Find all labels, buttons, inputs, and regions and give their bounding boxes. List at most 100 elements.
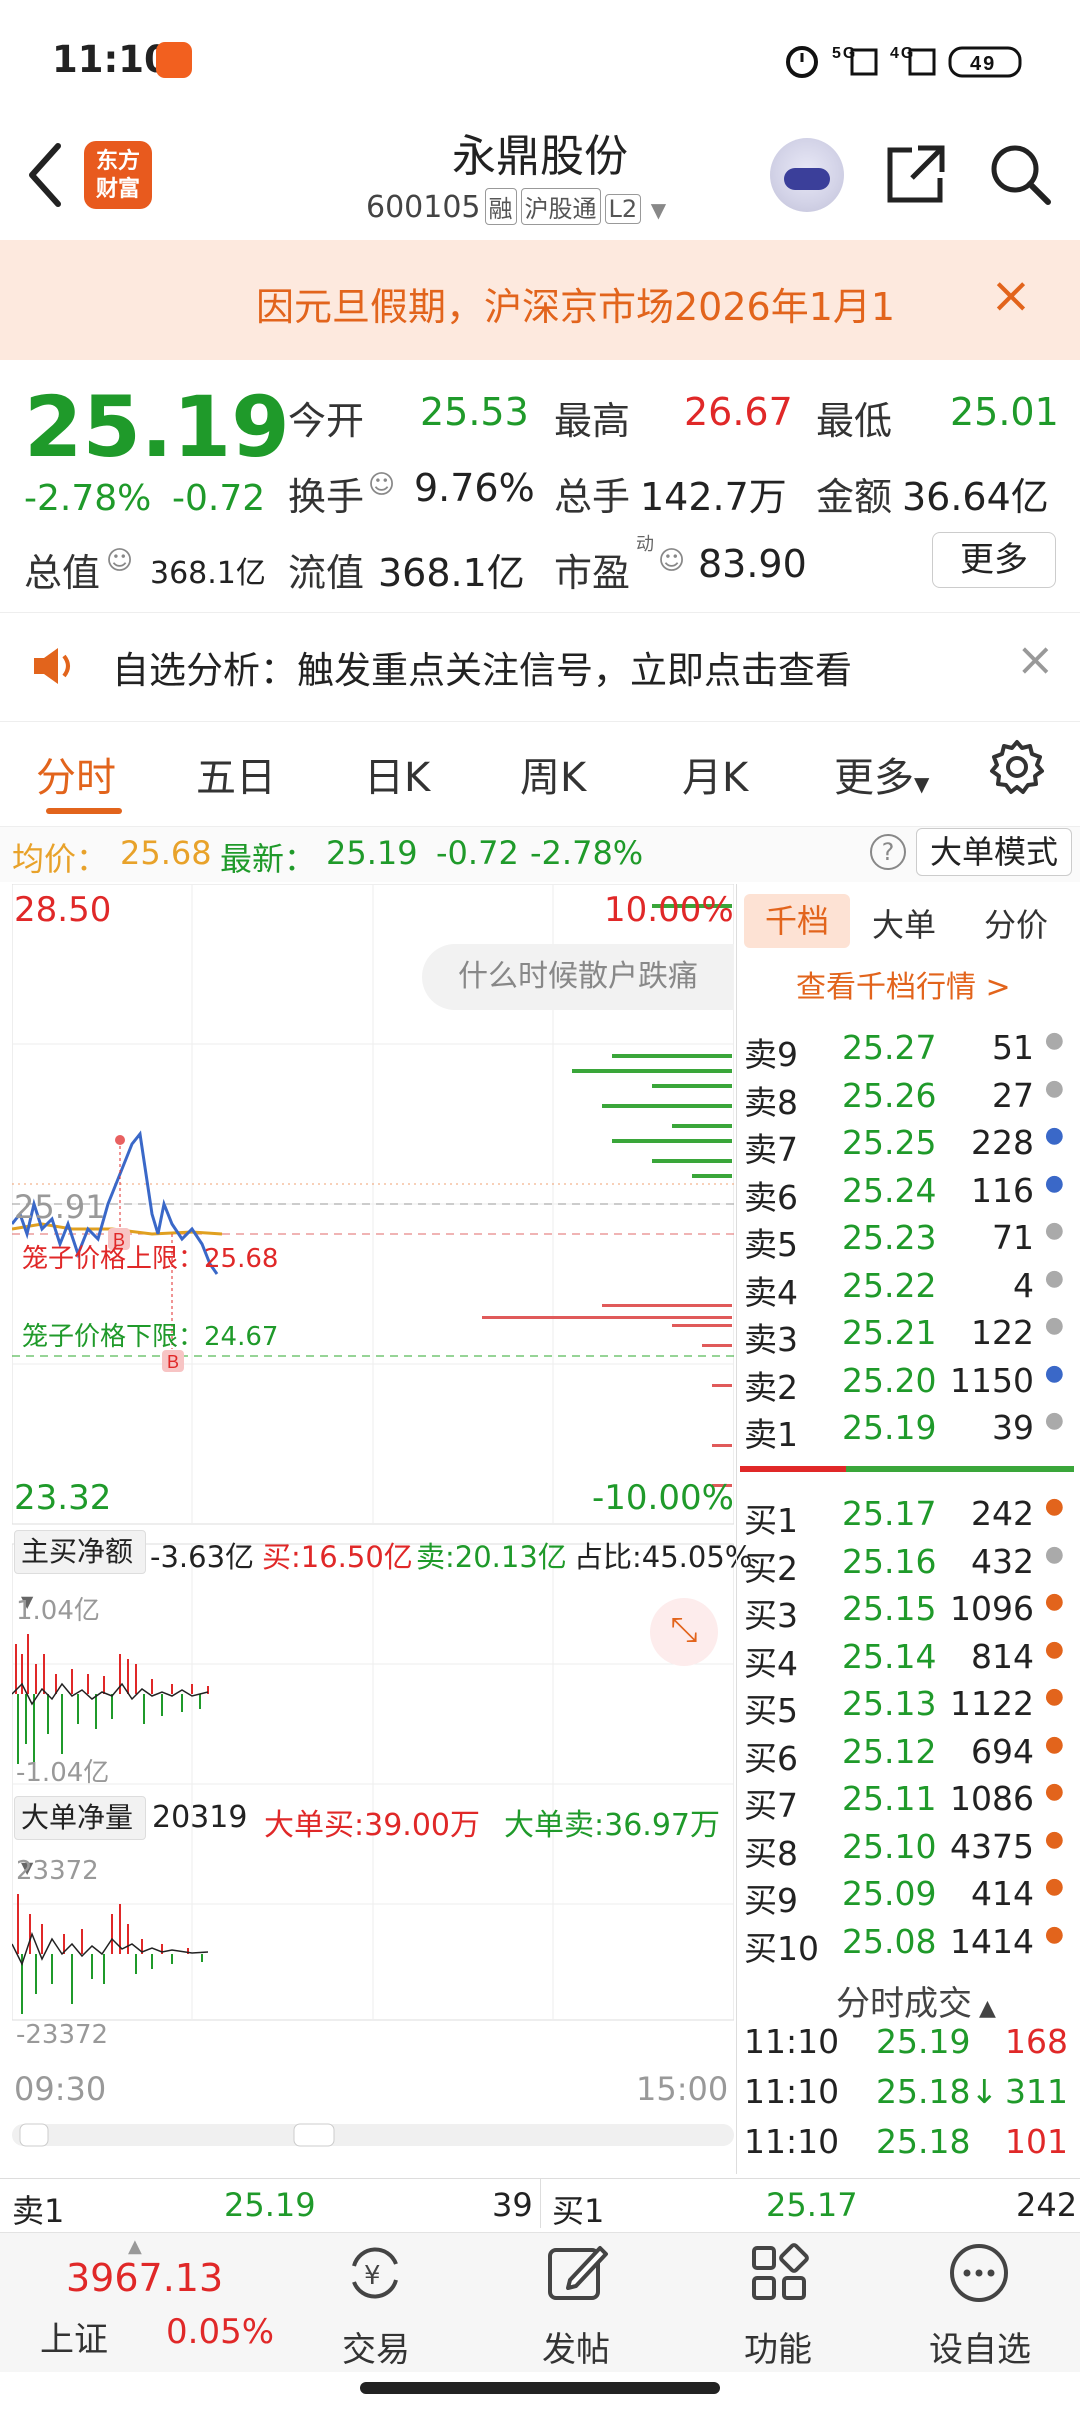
bid-row[interactable]: 买8 25.10 4375 ● [742,1827,1072,1875]
intraday-chart[interactable]: B B [12,884,734,2174]
nav-functions[interactable]: 功能 [708,2322,848,2371]
chevron-up-icon[interactable]: ▲ [128,2236,142,2257]
post-icon[interactable] [544,2240,610,2306]
logo-line-2: 财富 [95,177,140,202]
tab-more[interactable]: 更多▼ [834,745,929,803]
ask-row[interactable]: 卖5 25.23 71 ● [742,1218,1072,1266]
share-icon[interactable] [884,142,948,206]
view-thousand-levels-link[interactable]: 查看千档行情 > [796,962,1011,1006]
stock-code-line[interactable]: 600105 融沪股通 L2 ▼ [366,188,666,225]
trade-time: 11:10 [744,2022,840,2061]
help-icon[interactable]: ? [870,834,906,870]
nav-trade[interactable]: 交易 [306,2322,446,2371]
bid-level-label: 买4 [744,1643,798,1683]
ai-assistant-avatar[interactable] [770,138,844,212]
ask-price: 25.21 [842,1313,937,1352]
indicator1-ratio: 占比:45.05% [574,1540,753,1574]
close-notice-icon[interactable]: × [990,266,1032,324]
indicator2-buy: 大单买:39.00万 [264,1808,480,1843]
indicator2-select[interactable]: 大单净量 ▼ [14,1796,146,1877]
index-pct[interactable]: 0.05% [166,2312,274,2352]
speaker-icon [34,648,70,684]
chevron-down-icon: ▼ [914,772,930,796]
settings-gear-icon[interactable] [988,738,1046,796]
eastmoney-logo[interactable]: 东方 财富 [84,141,152,209]
ask-row[interactable]: 卖3 25.21 122 ● [742,1313,1072,1361]
ask-row[interactable]: 卖7 25.25 228 ● [742,1123,1072,1171]
indicator1-select[interactable]: 主买净额 ▼ [14,1530,146,1611]
tab-big-orders[interactable]: 大单 [872,900,936,946]
bid-row[interactable]: 买5 25.13 1122 ● [742,1684,1072,1732]
ask-bid-divider-red [740,1466,846,1472]
tab-thousand-levels[interactable]: 千档 [744,894,850,948]
status-icons: 5G 4G 49 [780,40,1040,90]
ask-row[interactable]: 卖8 25.26 27 ● [742,1076,1072,1124]
close-signal-icon[interactable]: × [1016,632,1055,686]
bid-price: 25.13 [842,1684,937,1723]
trade-icon[interactable]: ¥ [342,2240,408,2306]
time-start: 09:30 [14,2070,107,2108]
functions-icon[interactable] [746,2240,812,2306]
order-dot-icon: ● [1044,1589,1064,1614]
bid-row[interactable]: 买4 25.14 814 ● [742,1637,1072,1685]
last-label: 最新： [220,840,317,878]
tab-price-levels[interactable]: 分价 [984,900,1048,946]
order-dot-icon: ● [1044,1921,1064,1947]
index-value[interactable]: 3967.13 [66,2256,223,2300]
ask-volume: 39 [992,1408,1034,1447]
community-tooltip[interactable]: 什么时候散户跌痛 [422,944,734,1010]
ask-row[interactable]: 卖6 25.24 116 ● [742,1171,1072,1219]
indicator2-min: -23372 [16,2020,109,2050]
ask-volume: 27 [992,1075,1034,1115]
tab-weekly-k[interactable]: 周K [520,745,586,803]
bid-row[interactable]: 买2 25.16 432 ● [742,1542,1072,1590]
bid-row[interactable]: 买10 25.08 1414 ● [742,1922,1072,1970]
info-icon[interactable]: ☺ [368,470,395,500]
ask-row[interactable]: 卖4 25.22 4 ● [742,1266,1072,1314]
change-percent: -2.78% [24,478,152,519]
ask-volume: 116 [971,1170,1034,1210]
add-watchlist-icon[interactable] [946,2240,1012,2306]
bid-row[interactable]: 买9 25.09 414 ● [742,1874,1072,1922]
status-bar: 11:10 5G 4G 49 [0,0,1080,120]
order-dot-icon: ● [1044,1218,1064,1243]
nav-add-watchlist[interactable]: 设自选 [910,2322,1050,2371]
order-dot-icon: ● [1044,1874,1064,1899]
info-icon[interactable]: ☺ [106,546,133,576]
indicator2-name: 大单净量 [21,1801,134,1834]
search-icon[interactable] [988,142,1052,206]
indicator2-sell: 大单卖:36.97万 [504,1808,720,1843]
bid-row[interactable]: 买1 25.17 242 ● [742,1494,1072,1542]
home-indicator[interactable] [360,2382,720,2394]
tab-daily-k[interactable]: 日K [364,745,430,803]
back-arrow-icon[interactable] [26,140,66,210]
bigorder-mode-button[interactable]: 大单模式 [916,828,1072,876]
expand-icon[interactable]: ⤡ [650,1598,718,1666]
ask-level-label: 卖4 [744,1272,798,1312]
order-dot-icon: ● [1044,1408,1064,1433]
ask-row[interactable]: 卖2 25.20 1150 ● [742,1361,1072,1409]
tab-five-day[interactable]: 五日 [196,745,276,803]
tab-intraday[interactable]: 分时 [36,745,116,803]
robot-face [784,168,830,190]
nav-post[interactable]: 发帖 [506,2322,646,2371]
bid-row[interactable]: 买3 25.15 1096 ● [742,1589,1072,1637]
more-button[interactable]: 更多 [932,532,1056,588]
indicator1-max: 1.04亿 [16,1596,100,1626]
index-name[interactable]: 上证 [40,2312,108,2361]
info-icon[interactable]: ☺ [658,546,685,576]
ask-row[interactable]: 卖9 25.27 51 ● [742,1028,1072,1076]
ask-volume: 1150 [950,1360,1034,1400]
tab-monthly-k[interactable]: 月K [682,745,748,803]
bid-row[interactable]: 买6 25.12 694 ● [742,1732,1072,1780]
ask-row[interactable]: 卖1 25.19 39 ● [742,1408,1072,1456]
prev-close-price: 25.91 [14,1188,106,1226]
ask-volume: 122 [971,1313,1034,1352]
last-change: -0.72 [436,834,519,872]
bid-volume: 242 [971,1494,1034,1533]
bid-row[interactable]: 买7 25.11 1086 ● [742,1779,1072,1827]
divider [540,2178,541,2228]
trades-title[interactable]: 分时成交 ▲ [836,1976,996,2025]
dropdown-icon[interactable]: ▼ [651,198,666,222]
ask-level-label: 卖3 [744,1320,798,1359]
